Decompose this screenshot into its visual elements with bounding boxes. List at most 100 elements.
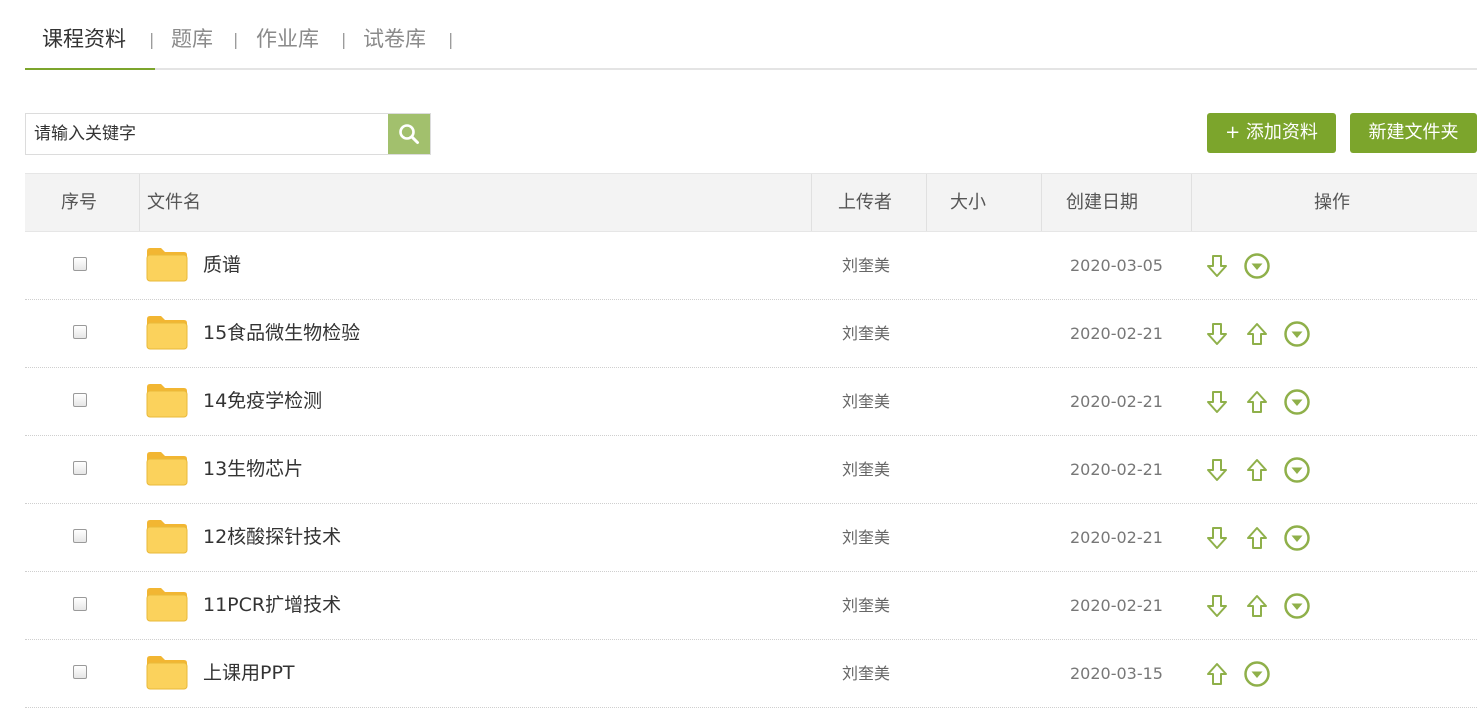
move-up-button[interactable] (1243, 320, 1271, 348)
circle-chevron-down-icon (1284, 593, 1310, 619)
more-options-button[interactable] (1243, 660, 1271, 688)
circle-chevron-down-icon (1284, 525, 1310, 551)
course-materials-page: 课程资料 | 题库 | 作业库 | 试卷库 | + 添加资料 新建文件夹 序号 … (0, 0, 1477, 711)
file-name[interactable]: 14免疫学检测 (203, 388, 322, 414)
search-button[interactable] (388, 114, 430, 154)
header-divider (811, 174, 812, 231)
file-name[interactable]: 上课用PPT (203, 660, 295, 686)
tab-homework-bank[interactable]: 作业库 (256, 24, 319, 54)
file-name[interactable]: 11PCR扩增技术 (203, 592, 341, 618)
table-row: 上课用PPT 刘奎美 2020-03-15 (25, 640, 1477, 708)
folder-icon (146, 248, 188, 282)
move-up-button[interactable] (1243, 524, 1271, 552)
folder-icon (146, 452, 188, 486)
more-options-button[interactable] (1243, 252, 1271, 280)
move-up-button[interactable] (1203, 660, 1231, 688)
more-options-button[interactable] (1283, 456, 1311, 484)
move-down-button[interactable] (1203, 456, 1231, 484)
move-down-button[interactable] (1203, 524, 1231, 552)
search-input[interactable] (26, 114, 390, 154)
move-down-button[interactable] (1203, 388, 1231, 416)
move-down-button[interactable] (1203, 252, 1231, 280)
uploader: 刘奎美 (842, 528, 891, 547)
row-checkbox[interactable] (73, 393, 87, 407)
created-date: 2020-03-05 (1070, 256, 1163, 275)
circle-chevron-down-icon (1284, 321, 1310, 347)
more-options-button[interactable] (1283, 320, 1311, 348)
created-date: 2020-02-21 (1070, 596, 1163, 615)
arrow-up-icon (1247, 459, 1267, 481)
row-checkbox[interactable] (73, 529, 87, 543)
arrow-up-icon (1247, 323, 1267, 345)
arrow-up-icon (1207, 663, 1227, 685)
table-row: 12核酸探针技术 刘奎美 2020-02-21 (25, 504, 1477, 572)
uploader: 刘奎美 (842, 596, 891, 615)
tab-separator: | (448, 30, 454, 49)
uploader: 刘奎美 (842, 392, 891, 411)
table-row: 11PCR扩增技术 刘奎美 2020-02-21 (25, 572, 1477, 640)
move-down-button[interactable] (1203, 592, 1231, 620)
file-name[interactable]: 12核酸探针技术 (203, 524, 341, 550)
folder-icon (146, 316, 188, 350)
uploader: 刘奎美 (842, 324, 891, 343)
arrow-down-icon (1207, 255, 1227, 277)
folder-icon (146, 588, 188, 622)
move-up-button[interactable] (1243, 456, 1271, 484)
circle-chevron-down-icon (1284, 389, 1310, 415)
header-divider (1041, 174, 1042, 231)
active-tab-underline (25, 68, 155, 70)
search-icon (399, 124, 419, 144)
move-up-button[interactable] (1243, 388, 1271, 416)
more-options-button[interactable] (1283, 592, 1311, 620)
created-date: 2020-02-21 (1070, 324, 1163, 343)
arrow-down-icon (1207, 391, 1227, 413)
uploader: 刘奎美 (842, 664, 891, 683)
tab-exam-bank[interactable]: 试卷库 (363, 24, 426, 54)
created-date: 2020-03-15 (1070, 664, 1163, 683)
header-operations: 操作 (1314, 192, 1350, 213)
search-box (25, 113, 431, 155)
circle-chevron-down-icon (1284, 457, 1310, 483)
row-checkbox[interactable] (73, 325, 87, 339)
folder-icon (146, 520, 188, 554)
tab-separator: | (341, 30, 347, 49)
header-created-date: 创建日期 (1066, 192, 1138, 213)
tab-course-materials[interactable]: 课程资料 (42, 24, 126, 54)
file-name[interactable]: 质谱 (203, 252, 241, 278)
file-name[interactable]: 15食品微生物检验 (203, 320, 360, 346)
table-row: 14免疫学检测 刘奎美 2020-02-21 (25, 368, 1477, 436)
tab-question-bank[interactable]: 题库 (171, 24, 213, 54)
arrow-up-icon (1247, 391, 1267, 413)
new-folder-button[interactable]: 新建文件夹 (1350, 113, 1477, 153)
more-options-button[interactable] (1283, 524, 1311, 552)
created-date: 2020-02-21 (1070, 460, 1163, 479)
add-material-button[interactable]: + 添加资料 (1207, 113, 1336, 153)
folder-icon (146, 384, 188, 418)
uploader: 刘奎美 (842, 256, 891, 275)
header-filename: 文件名 (147, 192, 201, 213)
row-checkbox[interactable] (73, 665, 87, 679)
header-divider (1191, 174, 1192, 231)
tab-separator: | (149, 30, 155, 49)
circle-chevron-down-icon (1244, 253, 1270, 279)
row-checkbox[interactable] (73, 461, 87, 475)
row-checkbox[interactable] (73, 257, 87, 271)
circle-chevron-down-icon (1244, 661, 1270, 687)
file-name[interactable]: 13生物芯片 (203, 456, 303, 482)
tab-separator: | (233, 30, 239, 49)
move-down-button[interactable] (1203, 320, 1231, 348)
move-up-button[interactable] (1243, 592, 1271, 620)
arrow-down-icon (1207, 323, 1227, 345)
table-row: 13生物芯片 刘奎美 2020-02-21 (25, 436, 1477, 504)
header-index: 序号 (61, 192, 97, 213)
row-checkbox[interactable] (73, 597, 87, 611)
header-divider (139, 174, 140, 231)
arrow-down-icon (1207, 527, 1227, 549)
uploader: 刘奎美 (842, 460, 891, 479)
created-date: 2020-02-21 (1070, 392, 1163, 411)
more-options-button[interactable] (1283, 388, 1311, 416)
created-date: 2020-02-21 (1070, 528, 1163, 547)
header-uploader: 上传者 (838, 192, 892, 213)
arrow-up-icon (1247, 527, 1267, 549)
header-divider (926, 174, 927, 231)
